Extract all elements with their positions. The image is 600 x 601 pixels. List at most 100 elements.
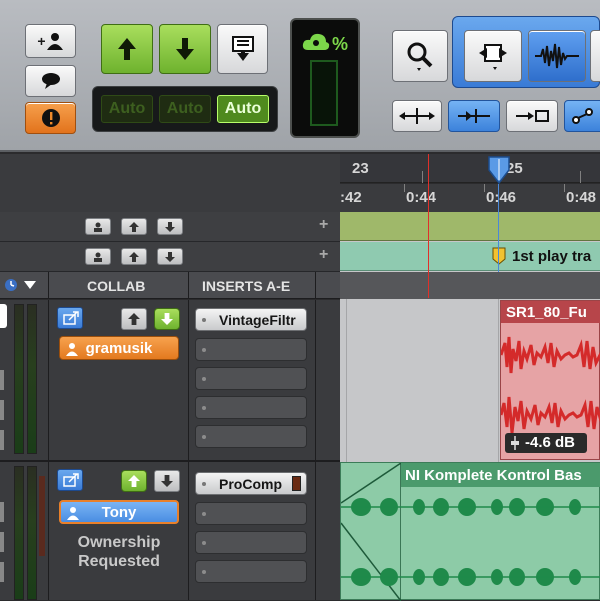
track-select-edge[interactable] xyxy=(0,532,4,552)
nodes-icon xyxy=(572,108,593,124)
chat-bubble-icon xyxy=(41,73,60,89)
clip-name: NI Komplete Kontrol Bas xyxy=(405,467,582,484)
track-owner-button[interactable]: Tony xyxy=(59,500,179,524)
add-ruler-icon[interactable]: + xyxy=(319,246,328,264)
auto-button-1[interactable]: Auto xyxy=(101,95,153,123)
insert-slot-c[interactable] xyxy=(195,367,307,390)
level-meter-right xyxy=(27,466,37,600)
auto-button-2[interactable]: Auto xyxy=(159,95,211,123)
share-icon xyxy=(63,473,79,487)
upload-button[interactable] xyxy=(101,24,153,74)
track-owner-button[interactable]: gramusik xyxy=(59,336,179,360)
arrow-down-icon xyxy=(165,251,175,262)
ruler-up-button[interactable] xyxy=(121,218,147,235)
arrow-up-icon xyxy=(118,38,136,60)
ruler-tick xyxy=(564,184,565,192)
user-icon xyxy=(67,507,79,520)
column-divider xyxy=(315,462,316,600)
arrow-down-icon xyxy=(161,313,173,325)
track-select-edge[interactable] xyxy=(0,304,7,328)
ruler-row-tempo: + xyxy=(0,212,340,242)
track-2-header: Tony Ownership Requested ProComp xyxy=(0,462,340,600)
time-label: :42 xyxy=(340,189,362,206)
min-sec-ruler[interactable]: :42 0:44 0:46 0:48 xyxy=(340,184,600,212)
insert-slot-e[interactable] xyxy=(195,425,307,448)
ruler-lock-button[interactable] xyxy=(85,248,111,265)
share-track-button[interactable] xyxy=(57,469,83,491)
invite-user-button[interactable]: + xyxy=(25,24,76,58)
playhead-line xyxy=(498,184,499,272)
ruler-lock-button[interactable] xyxy=(85,218,111,235)
track-upload-button[interactable] xyxy=(121,308,147,330)
cloud-activity-meter: % xyxy=(290,18,360,138)
track-select-edge[interactable] xyxy=(0,370,4,390)
track-upload-button[interactable] xyxy=(121,470,147,492)
ruler-header-area xyxy=(0,154,340,212)
track-select-edge[interactable] xyxy=(0,502,4,522)
arrow-down-icon xyxy=(161,475,173,487)
insert-slot-a[interactable]: VintageFiltr xyxy=(195,308,307,331)
insert-slot-a[interactable]: ProComp xyxy=(195,472,307,495)
time-label: 0:46 xyxy=(486,189,517,206)
insert-name: ProComp xyxy=(219,476,282,492)
ruler-tick xyxy=(422,171,423,183)
column-divider xyxy=(48,462,49,600)
alert-button[interactable] xyxy=(25,102,76,134)
ruler-down-button[interactable] xyxy=(157,218,183,235)
chevron-down-icon[interactable] xyxy=(24,281,36,289)
grabber-tool-button[interactable] xyxy=(590,30,600,82)
track-download-button[interactable] xyxy=(154,308,180,330)
trim-tool-button[interactable] xyxy=(464,30,522,82)
meter-peak xyxy=(39,476,45,556)
ownership-status: Ownership Requested xyxy=(54,533,184,571)
clock-icon[interactable] xyxy=(4,278,18,292)
insert-slot-d[interactable] xyxy=(195,560,307,583)
clip-gain-value: -4.6 dB xyxy=(525,434,576,451)
save-to-cloud-button[interactable] xyxy=(217,24,268,74)
move-arrows-icon xyxy=(399,108,435,124)
insert-slot-b[interactable] xyxy=(195,338,307,361)
audio-clip-1[interactable]: SR1_80_Fu -4.6 dB xyxy=(500,300,600,460)
user-icon xyxy=(66,343,78,356)
add-ruler-icon[interactable]: + xyxy=(319,216,328,234)
link-timeline-button[interactable] xyxy=(506,100,558,132)
level-meter-left xyxy=(14,304,24,454)
arrow-down-icon xyxy=(176,38,194,60)
auto-toggle-panel: Auto Auto Auto xyxy=(92,86,278,132)
audio-clip-2[interactable]: NI Komplete Kontrol Bas xyxy=(340,462,600,601)
track-select-edge[interactable] xyxy=(0,400,4,420)
auto-button-3[interactable]: Auto xyxy=(217,95,269,123)
user-icon xyxy=(94,222,102,232)
marker-flag[interactable]: 1st play tra xyxy=(492,247,600,267)
zoom-tool-button[interactable] xyxy=(392,30,448,82)
tempo-ruler-lane[interactable] xyxy=(340,212,600,241)
ruler-up-button[interactable] xyxy=(121,248,147,265)
level-meter-left xyxy=(14,466,24,600)
track-download-button[interactable] xyxy=(154,470,180,492)
track-select-edge[interactable] xyxy=(0,430,4,450)
download-button[interactable] xyxy=(159,24,211,74)
arrow-down-icon xyxy=(165,221,175,232)
clip-gain-badge[interactable]: -4.6 dB xyxy=(505,433,587,453)
tab-transient-icon xyxy=(458,109,490,123)
link-timeline-icon xyxy=(516,110,549,122)
bars-beats-ruler[interactable]: 23 25 xyxy=(340,154,600,183)
tab-to-transients-button[interactable] xyxy=(448,100,500,132)
time-label: 0:48 xyxy=(566,189,597,206)
selector-tool-button[interactable] xyxy=(528,30,586,82)
track-select-edge[interactable] xyxy=(0,562,4,582)
track-owner-name: Tony xyxy=(101,503,137,521)
share-track-button[interactable] xyxy=(57,307,83,329)
ruler-down-button[interactable] xyxy=(157,248,183,265)
mirror-midi-button[interactable] xyxy=(564,100,600,132)
column-divider xyxy=(188,272,189,299)
column-divider xyxy=(315,300,316,460)
toolbar: + Auto Auto Auto % xyxy=(0,0,600,152)
playhead-icon[interactable] xyxy=(486,156,512,184)
insert-slot-c[interactable] xyxy=(195,531,307,554)
insert-slot-d[interactable] xyxy=(195,396,307,419)
share-icon xyxy=(63,311,79,325)
insert-slot-b[interactable] xyxy=(195,502,307,525)
chat-button[interactable] xyxy=(25,65,76,97)
zoom-toggle-button[interactable] xyxy=(392,100,442,132)
